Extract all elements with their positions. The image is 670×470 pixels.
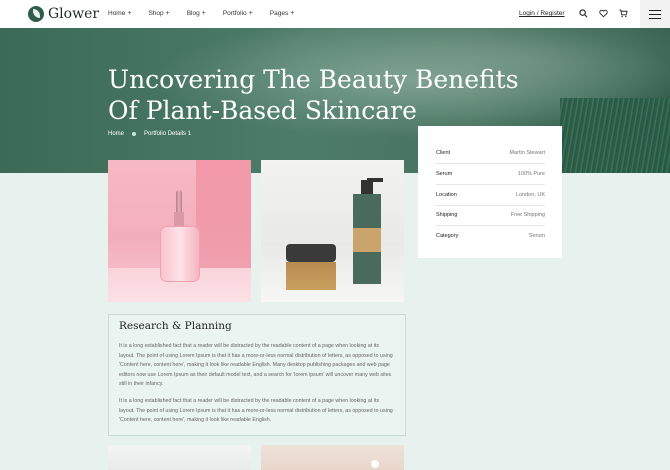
login-register-link[interactable]: Login / Register [519,10,565,17]
green-products-image [261,160,404,302]
gallery-image-3 [108,445,251,470]
info-value: 100% Pure [517,171,545,177]
nav-item-pages[interactable]: Pages + [270,10,295,17]
info-key: Shipping [436,212,458,218]
bottle-label [353,228,381,252]
cart-icon[interactable] [618,8,628,18]
brand-name: Glower [48,6,100,22]
breadcrumb-current: Portfolio Details 1 [144,131,192,137]
dot-separator-icon [132,132,137,136]
nav-item-shop[interactable]: Shop + [148,10,169,17]
nav-label: Blog [186,10,200,17]
heart-icon[interactable] [598,8,608,18]
plus-icon: + [201,10,206,17]
jar-lid [286,244,336,262]
plus-icon: + [127,10,132,17]
nav-item-blog[interactable]: Blog + [187,10,206,17]
serum-bottle [160,226,200,282]
title-line-1: Uncovering The Beauty Benefits [108,65,519,94]
info-key: Location [436,192,457,198]
info-row-category: Category Serum [436,226,545,246]
info-row-serum: Serum 100% Pure [436,164,545,185]
info-row-client: Client Martin Stewart [436,143,545,164]
nav-label: Home [108,10,126,17]
research-section: Research & Planning It is a long establi… [108,314,406,436]
title-line-2: Of Plant-Based Skincare [108,96,417,125]
dropper-cap [176,190,182,212]
page-title: Uncovering The Beauty Benefits Of Plant-… [108,64,528,126]
project-info-card: Client Martin Stewart Serum 100% Pure Loca… [418,126,562,258]
hero-background-image [560,98,670,173]
site-header: Glower Home + Shop + Blog + Portfolio + Page… [0,0,670,28]
plus-icon: + [248,10,253,17]
leaf-logo-icon [28,6,44,22]
info-row-shipping: Shipping Free Shipping [436,205,545,226]
nav-item-home[interactable]: Home + [108,10,131,17]
image-detail [371,460,379,468]
bottle-neck [174,212,184,226]
pink-serum-image [108,160,251,302]
paragraph-2: It is a long established fact that a rea… [119,398,393,423]
info-value: Serum [528,233,545,239]
gallery-image-4 [261,445,404,470]
nav-item-portfolio[interactable]: Portfolio + [223,10,253,17]
info-value: London, UK [515,192,545,198]
plus-icon: + [290,10,295,17]
jar-body [286,262,336,290]
nav-label: Pages [269,10,289,17]
paragraph-1: It is a long established fact that a rea… [119,343,393,387]
info-key: Serum [436,171,453,177]
info-value: Martin Stewart [509,150,545,156]
info-key: Category [436,233,459,239]
logo[interactable]: Glower [28,6,99,22]
hero-banner: Uncovering The Beauty Benefits Of Plant-… [0,28,670,173]
info-value: Free Shipping [510,212,545,218]
info-row-location: Location London, UK [436,185,545,206]
section-title: Research & Planning [119,320,232,332]
main-nav: Home + Shop + Blog + Portfolio + Pages + [108,10,311,17]
info-key: Client [436,150,451,156]
nav-label: Shop [148,10,164,17]
pump-head [361,180,373,194]
header-icons [578,8,628,18]
search-icon[interactable] [578,8,588,18]
breadcrumb-home[interactable]: Home [108,131,124,137]
plus-icon: + [165,10,170,17]
nav-label: Portfolio [222,10,247,17]
menu-icon[interactable] [640,0,670,28]
breadcrumb: Home Portfolio Details 1 [108,131,191,137]
